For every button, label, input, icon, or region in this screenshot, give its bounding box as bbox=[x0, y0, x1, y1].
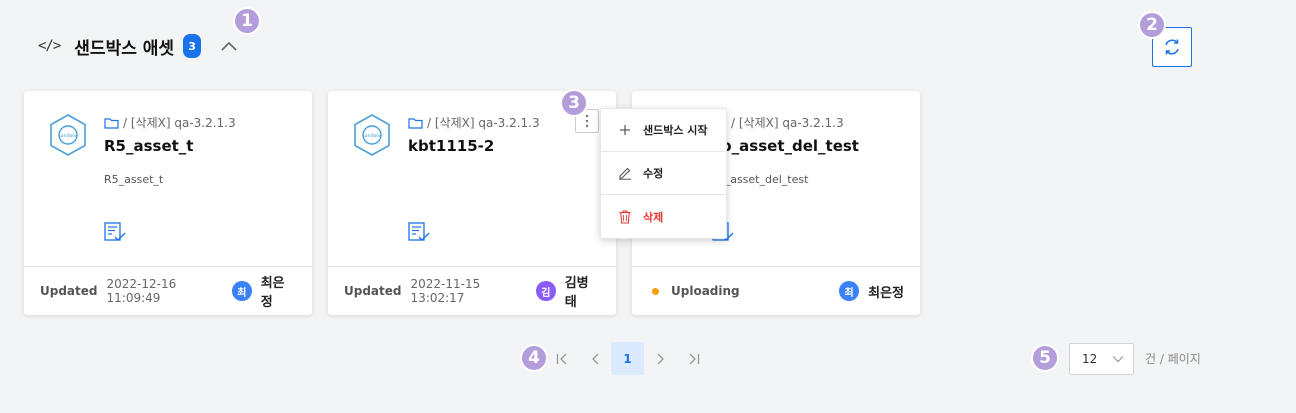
page-title: 샌드박스 애셋 bbox=[74, 38, 175, 59]
first-page-icon bbox=[556, 353, 566, 364]
chevron-up-icon bbox=[221, 41, 237, 51]
owner: 최 최은정 bbox=[839, 281, 904, 301]
asset-name: sb_asset_del_test bbox=[712, 137, 859, 155]
plus-icon bbox=[617, 125, 633, 135]
asset-name: kbt1115-2 bbox=[408, 137, 495, 155]
chevron-down-icon bbox=[1112, 355, 1124, 363]
sandbox-hexagon-icon: sandbox bbox=[354, 114, 390, 156]
page-number-button[interactable]: 1 bbox=[611, 342, 644, 375]
document-check-icon bbox=[104, 222, 126, 241]
section-header: </> 샌드박스 애셋 3 bbox=[38, 31, 239, 61]
owner-name: 최은정 bbox=[868, 285, 904, 301]
chevron-right-icon bbox=[657, 353, 664, 364]
last-page-icon bbox=[689, 353, 699, 364]
avatar: 최 bbox=[232, 281, 252, 301]
annotation-marker-3: 3 bbox=[560, 89, 588, 117]
menu-item-label: 삭제 bbox=[643, 210, 664, 224]
asset-path-text: / [삭제X] qa-3.2.1.3 bbox=[427, 116, 540, 130]
folder-icon bbox=[408, 117, 423, 129]
updated-time: 2022-11-15 13:02:17 bbox=[410, 277, 481, 305]
prev-page-button[interactable] bbox=[578, 342, 611, 375]
asset-name: R5_asset_t bbox=[104, 137, 194, 155]
menu-item-label: 수정 bbox=[643, 167, 664, 180]
svg-text:sandbox: sandbox bbox=[59, 133, 78, 139]
kebab-menu-icon bbox=[585, 114, 589, 128]
asset-path: / [삭제X] qa-3.2.1.3 bbox=[712, 114, 844, 131]
asset-description: R5_asset_t bbox=[104, 173, 164, 186]
card-footer: Updated 2022-12-16 11:09:49 최 최은정 bbox=[24, 266, 312, 315]
asset-card[interactable]: sandbox / [삭제X] qa-3.2.1.3 R5_asset_t R5… bbox=[24, 91, 312, 315]
card-footer: Uploading 최 최은정 bbox=[632, 266, 920, 315]
annotation-marker-1: 1 bbox=[233, 7, 261, 35]
status-label: Uploading bbox=[671, 284, 740, 298]
first-page-button[interactable] bbox=[545, 342, 578, 375]
menu-item-edit[interactable]: 수정 bbox=[601, 152, 726, 195]
asset-path-text: / [삭제X] qa-3.2.1.3 bbox=[731, 116, 844, 130]
owner-name: 김병태 bbox=[564, 276, 589, 310]
annotation-marker-4: 4 bbox=[520, 344, 548, 372]
menu-item-label: 샌드박스 시작 bbox=[643, 124, 708, 137]
avatar: 최 bbox=[839, 281, 860, 301]
count-badge: 3 bbox=[183, 34, 202, 58]
owner: 최 최은정 bbox=[232, 272, 296, 310]
per-page-label: 건 / 페이지 bbox=[1145, 352, 1201, 366]
asset-path: / [삭제X] qa-3.2.1.3 bbox=[408, 114, 540, 131]
status-label: Updated bbox=[344, 284, 402, 298]
pagination: 1 bbox=[545, 342, 710, 375]
uploading-status-dot bbox=[652, 287, 659, 295]
document-check-icon bbox=[408, 222, 430, 241]
pencil-icon bbox=[617, 166, 633, 180]
next-page-button[interactable] bbox=[644, 342, 677, 375]
updated-time: 2022-12-16 11:09:49 bbox=[106, 277, 177, 305]
status-label: Updated bbox=[40, 284, 98, 298]
trash-icon bbox=[617, 210, 633, 224]
folder-icon bbox=[104, 117, 119, 129]
annotation-marker-5: 5 bbox=[1031, 344, 1059, 372]
owner-name: 최은정 bbox=[260, 276, 285, 310]
avatar: 김 bbox=[536, 281, 556, 301]
per-page-select[interactable]: 12 bbox=[1069, 343, 1134, 375]
context-menu: 샌드박스 시작 수정 삭제 bbox=[600, 108, 727, 239]
sandbox-hexagon-icon: sandbox bbox=[50, 114, 86, 156]
asset-card[interactable]: sandbox / [삭제X] qa-3.2.1.3 kbt1115-2 Upd… bbox=[328, 91, 616, 315]
menu-item-delete[interactable]: 삭제 bbox=[601, 195, 726, 238]
per-page-value: 12 bbox=[1082, 352, 1098, 366]
menu-item-start-sandbox[interactable]: 샌드박스 시작 bbox=[601, 109, 726, 152]
collapse-button[interactable] bbox=[219, 36, 239, 56]
card-footer: Updated 2022-11-15 13:02:17 김 김병태 bbox=[328, 266, 616, 315]
code-icon: </> bbox=[38, 38, 61, 54]
chevron-left-icon bbox=[591, 353, 598, 364]
annotation-marker-2: 2 bbox=[1138, 11, 1166, 39]
refresh-icon bbox=[1165, 39, 1179, 55]
last-page-button[interactable] bbox=[677, 342, 710, 375]
svg-text:sandbox: sandbox bbox=[363, 133, 382, 139]
asset-path: / [삭제X] qa-3.2.1.3 bbox=[104, 114, 236, 131]
owner: 김 김병태 bbox=[536, 272, 600, 310]
asset-path-text: / [삭제X] qa-3.2.1.3 bbox=[123, 116, 236, 130]
